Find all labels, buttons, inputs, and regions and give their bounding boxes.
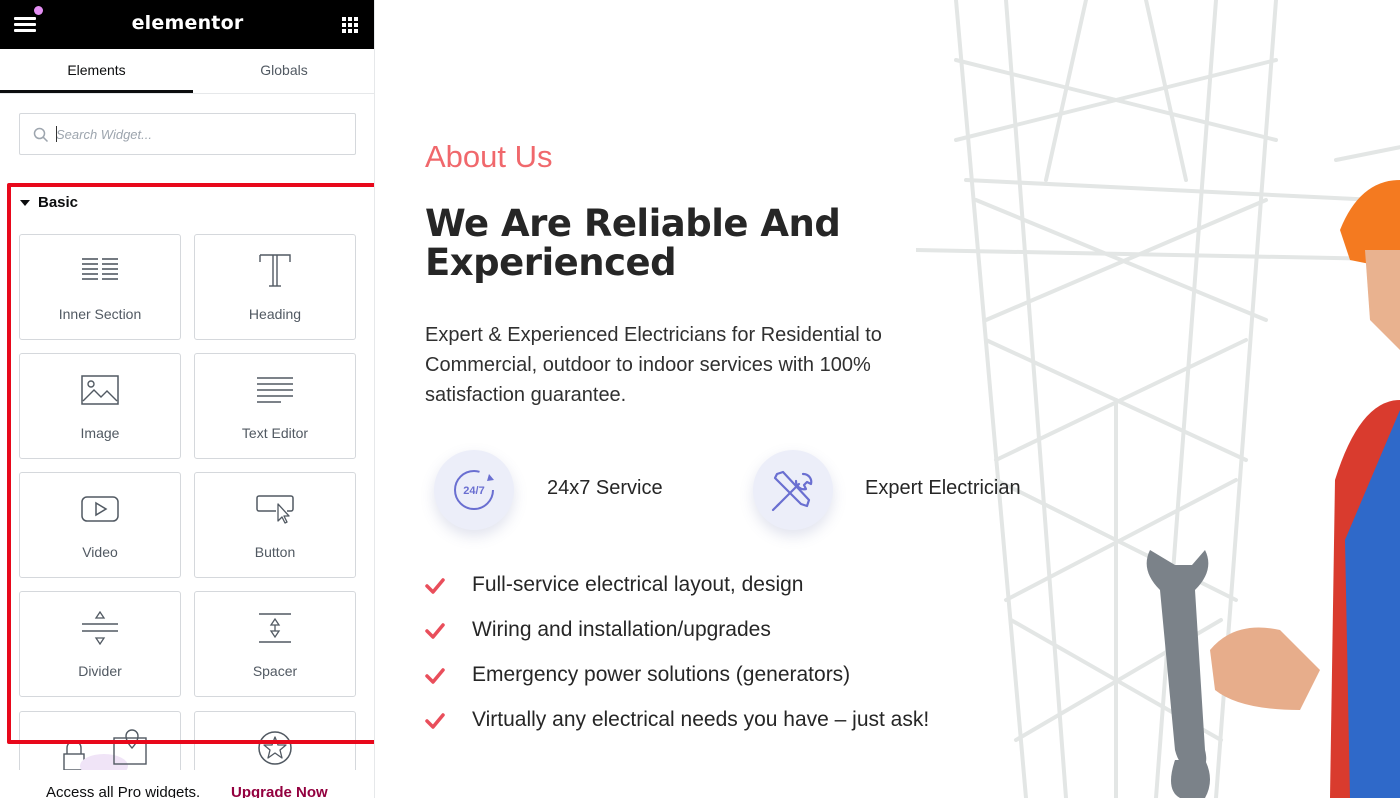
image-icon — [81, 375, 119, 405]
widget-spacer[interactable]: Spacer — [194, 591, 356, 697]
widget-label: Heading — [248, 306, 302, 322]
list-item-text: Virtually any electrical needs you have … — [472, 708, 930, 731]
star-icon — [258, 731, 292, 765]
widget-image[interactable]: Image — [19, 353, 181, 459]
widget-video[interactable]: Video — [19, 472, 181, 578]
widget-label: Button — [254, 544, 296, 560]
list-item-text: Emergency power solutions (generators) — [472, 663, 851, 686]
widget-inner-section[interactable]: Inner Section — [19, 234, 181, 340]
spacer-icon — [259, 613, 291, 643]
panel-topbar: elementor — [0, 0, 374, 49]
tools-icon — [771, 470, 813, 512]
heading-icon — [259, 254, 291, 287]
list-item-text: Full-service electrical layout, design — [472, 573, 804, 596]
editor-panel: elementor Elements Globals Basic — [0, 0, 375, 798]
checkmark-icon — [425, 713, 445, 729]
active-tab-indicator — [0, 90, 193, 93]
lead-paragraph: Expert & Experienced Electricians for Re… — [425, 324, 882, 406]
widget-label: Inner Section — [58, 306, 142, 322]
promo-text: Access all Pro widgets. — [46, 784, 201, 798]
widget-divider[interactable]: Divider — [19, 591, 181, 697]
widget-text-editor[interactable]: Text Editor — [194, 353, 356, 459]
checkmark-icon — [425, 668, 445, 684]
checkmark-icon — [425, 578, 445, 594]
search-icon — [33, 127, 49, 143]
electrician-photo — [1146, 180, 1400, 798]
page-preview: About Us We Are Reliable And Experienced… — [376, 0, 1400, 798]
text-caret — [56, 126, 57, 142]
category-label: Basic — [38, 194, 79, 211]
widget-heading[interactable]: Heading — [194, 234, 356, 340]
feature-badge-24-7: 24/7 — [434, 450, 514, 530]
feature-label-expert: Expert Electrician — [865, 477, 1021, 499]
page-title: We Are Reliable And Experienced — [425, 202, 841, 285]
google-maps-icon — [63, 729, 147, 770]
tab-globals[interactable]: Globals — [193, 49, 374, 93]
widget-button[interactable]: Button — [194, 472, 356, 578]
widgets-grid-icon[interactable] — [342, 17, 358, 33]
list-item-text: Wiring and installation/upgrades — [472, 618, 771, 641]
video-icon — [81, 496, 119, 522]
tab-elements[interactable]: Elements — [0, 49, 193, 93]
elementor-logo: elementor — [131, 12, 244, 34]
inner-section-icon — [82, 258, 118, 280]
widget-label: Video — [82, 544, 118, 560]
24-7-icon-text: 24/7 — [463, 485, 484, 497]
elementor-editor: elementor Elements Globals Basic — [0, 0, 1400, 798]
section-eyebrow: About Us — [425, 139, 553, 174]
button-icon — [256, 495, 294, 524]
text-editor-icon — [257, 377, 293, 403]
widget-label: Image — [80, 425, 120, 441]
checkmark-icon — [425, 623, 445, 639]
divider-icon — [82, 611, 118, 645]
widget-label: Divider — [78, 663, 122, 679]
feature-badge-expert — [753, 450, 833, 530]
search-input[interactable] — [56, 114, 346, 154]
24-7-icon: 24/7 — [454, 470, 494, 510]
feature-label-24-7: 24x7 Service — [547, 477, 663, 499]
search-widget-box[interactable] — [19, 113, 356, 155]
caret-down-icon — [20, 200, 30, 206]
upgrade-now-link[interactable]: Upgrade Now — [231, 784, 328, 798]
widget-label: Spacer — [252, 663, 298, 679]
panel-tabs: Elements Globals — [0, 49, 374, 94]
widget-label: Text Editor — [241, 425, 309, 441]
pro-widgets-promo: Access all Pro widgets. Upgrade Now — [0, 770, 374, 798]
